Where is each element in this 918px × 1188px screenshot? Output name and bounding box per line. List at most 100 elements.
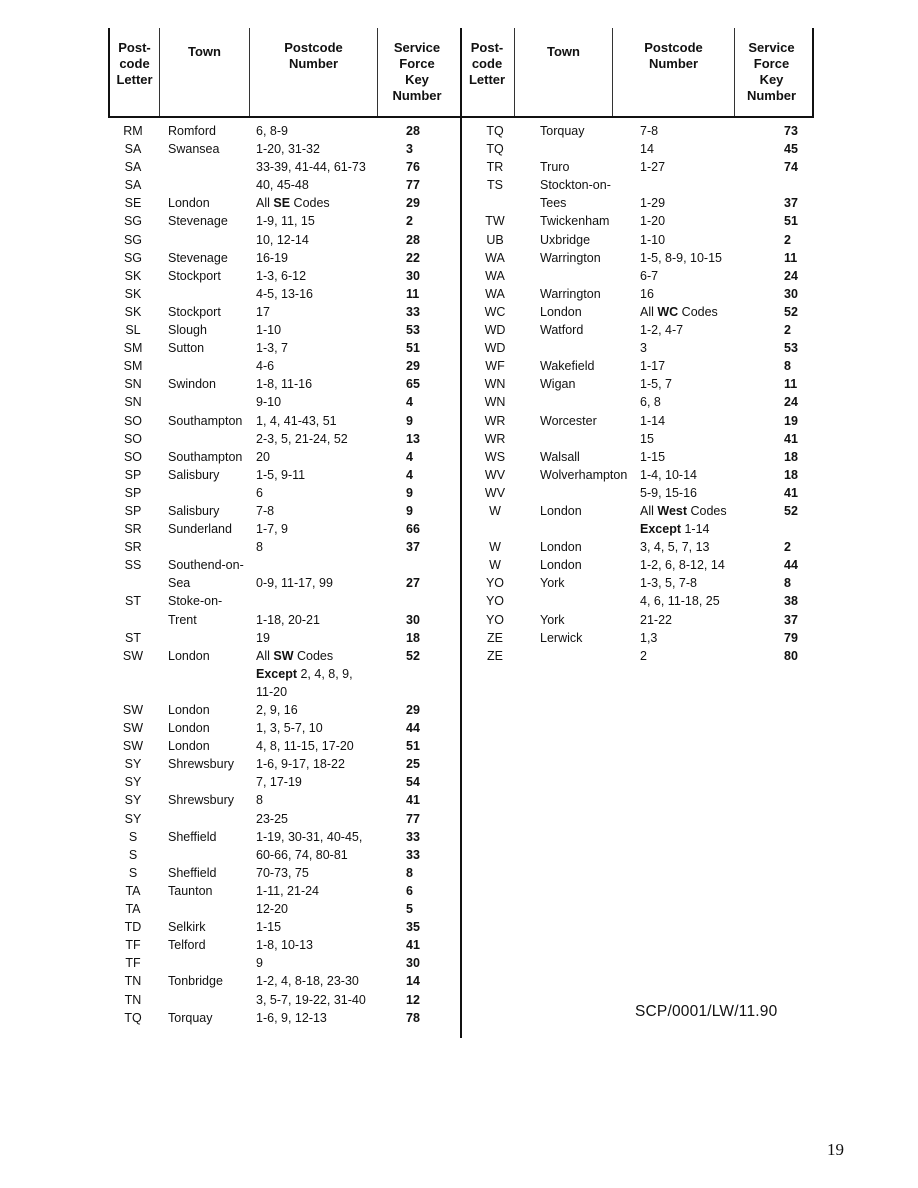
town: Romford (168, 124, 216, 138)
postcode-number-text: 6, 8-9 (256, 124, 288, 138)
town: Sunderland (168, 522, 232, 537)
postcode-letter: TQ (486, 124, 504, 138)
postcode-letter: WV (484, 485, 506, 500)
table-row: S Sheffield 1-19, 30-31, 40-45, 33 (108, 828, 456, 846)
postcode-number: 1-5, 7 (640, 375, 770, 393)
table-row: SK 4-5, 13-16 11 (108, 285, 456, 303)
postcode-number-text: 1-14 (681, 522, 710, 537)
table-row: TW Twickenham 1-20 51 (462, 212, 798, 230)
postcode-number-text: 1-6, 9-17, 18-22 (256, 757, 345, 772)
postcode-number-prefix: All (640, 304, 658, 319)
service-force-key: 11 (406, 286, 420, 301)
town: Wakefield (540, 359, 595, 374)
table-row: SO 2-3, 5, 21-24, 52 13 (108, 430, 456, 448)
header-postcode-letter: Post- code Letter (110, 28, 160, 116)
service-force-key: 2 (784, 232, 791, 247)
table-row: SR 8 37 (108, 538, 456, 556)
postcode-number-text: Codes (290, 196, 330, 211)
postcode-number: 1-4, 10-14 (640, 466, 770, 484)
postcode-number-text: 8 (256, 793, 263, 808)
postcode-number: 23-25 (256, 810, 384, 828)
service-force-key: 2 (784, 323, 791, 338)
town (158, 176, 256, 194)
postcode-number: 2 (640, 647, 770, 665)
town: Stockport (168, 268, 221, 283)
table-row: TQ Torquay 7-8 73 (462, 122, 798, 140)
service-force-key: 33 (406, 829, 420, 844)
table-row: WD Watford 1-2, 4-7 2 (462, 321, 798, 339)
page-number: 19 (827, 1140, 844, 1159)
table-row: SW London 1, 3, 5-7, 10 44 (108, 719, 456, 737)
town: Sheffield (168, 829, 217, 844)
town: Truro (540, 160, 570, 175)
postcode-letter: ST (125, 630, 141, 645)
postcode-number: 1-11, 21-24 (256, 882, 384, 900)
service-force-key: 11 (784, 377, 798, 392)
town: Torquay (540, 124, 585, 138)
table-row: S 60-66, 74, 80-81 33 (108, 846, 456, 864)
postcode-number: 16-19 (256, 249, 384, 267)
postcode-letter: SG (123, 250, 143, 265)
postcode-number: 16 (640, 285, 770, 303)
postcode-number: 1-5, 8-9, 10-15 (640, 249, 770, 267)
postcode-number: 1-2, 4, 8-18, 23-30 (256, 972, 384, 990)
table-row: Tees 1-29 37 (462, 194, 798, 212)
postcode-number: 19 (256, 629, 384, 647)
postcode-letter: SE (124, 196, 142, 211)
town (158, 393, 256, 411)
postcode-number-text: 4-6 (256, 359, 275, 374)
service-force-key: 54 (406, 775, 420, 790)
table-row: SM Sutton 1-3, 7 51 (108, 339, 456, 357)
postcode-number: 2, 9, 16 (256, 701, 384, 719)
postcode-letter (462, 520, 528, 538)
postcode-letter: WA (485, 268, 505, 283)
postcode-number-text: 7-8 (256, 503, 275, 518)
table-row: UB Uxbridge 1-10 2 (462, 231, 798, 249)
service-force-key: 9 (406, 485, 413, 500)
town (158, 954, 256, 972)
postcode-number: 3 (640, 339, 770, 357)
postcode-letter: SA (124, 178, 142, 193)
table-row: TN Tonbridge 1-2, 4, 8-18, 23-30 14 (108, 972, 456, 990)
postcode-letter: SY (124, 757, 142, 772)
postcode-number: 6 (256, 484, 384, 502)
table-row: WN 6, 8 24 (462, 393, 798, 411)
service-force-key: 24 (784, 395, 798, 410)
postcode-number: 4, 6, 11-18, 25 (640, 592, 770, 610)
table-row: W London 3, 4, 5, 7, 13 2 (462, 538, 798, 556)
town: London (168, 721, 210, 736)
postcode-letter: SW (122, 721, 144, 736)
table-row: SW London 4, 8, 11-15, 17-20 51 (108, 737, 456, 755)
service-force-key: 8 (406, 865, 413, 880)
postcode-number-text: 1-14 (640, 413, 666, 428)
postcode-letter: W (489, 503, 501, 518)
town: London (168, 196, 210, 211)
postcode-letter: SN (124, 377, 142, 392)
postcode-letter: S (128, 847, 138, 862)
service-force-key: 4 (406, 395, 413, 410)
postcode-letter: SK (124, 286, 142, 301)
postcode-number-text: 2-3, 5, 21-24, 52 (256, 431, 348, 446)
town: Swansea (168, 142, 220, 157)
postcode-number (640, 176, 770, 194)
town: Worcester (540, 413, 597, 428)
table-row: SG Stevenage 16-19 22 (108, 249, 456, 267)
postcode-number-text: 11-20 (256, 684, 288, 699)
town (528, 339, 640, 357)
table-row: TA 12-20 5 (108, 900, 456, 918)
postcode-number: 1-27 (640, 158, 770, 176)
postcode-number: 1-17 (640, 357, 770, 375)
postcode-number-emphasis: SW (273, 648, 294, 663)
town: Stoke-on- (168, 594, 223, 609)
postcode-number: 1-7, 9 (256, 520, 384, 538)
service-force-key: 12 (406, 992, 420, 1007)
table-row: TF 9 30 (108, 954, 456, 972)
postcode-letter: WD (484, 341, 506, 356)
table-row: SL Slough 1-10 53 (108, 321, 456, 339)
service-force-key: 9 (406, 503, 413, 518)
postcode-number-text: 14 (640, 142, 654, 157)
postcode-number: 1-29 (640, 194, 770, 212)
service-force-key: 73 (784, 124, 798, 138)
service-force-key: 76 (406, 160, 420, 175)
postcode-letter: SM (123, 359, 143, 374)
